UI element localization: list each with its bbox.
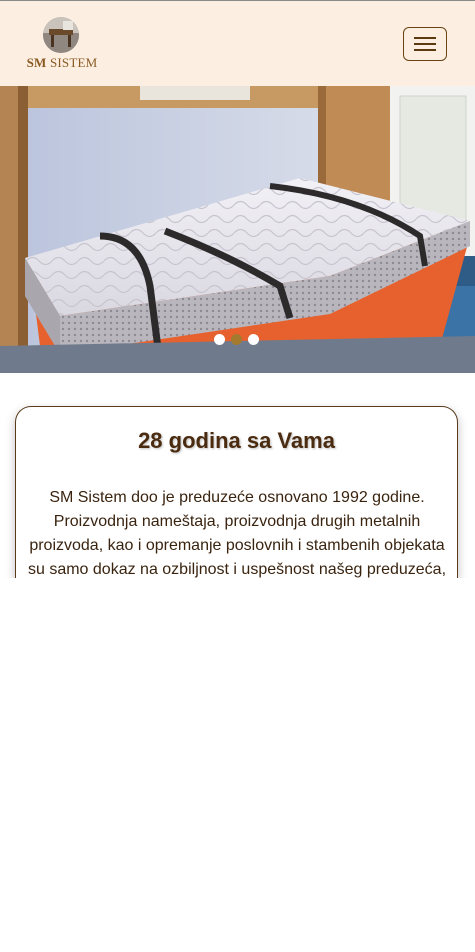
carousel-dot-2[interactable] — [231, 334, 242, 345]
hero-carousel[interactable] — [0, 86, 475, 373]
about-card: 28 godina sa Vama SM Sistem doo je predu… — [15, 406, 458, 578]
hamburger-icon-line — [414, 49, 436, 51]
logo-image — [43, 17, 79, 53]
about-title: 28 godina sa Vama — [138, 428, 335, 453]
logo-brand-sm: SM — [26, 55, 47, 70]
menu-toggle-button[interactable] — [403, 27, 447, 61]
about-text: SM Sistem doo je preduzeće osnovano 1992… — [27, 489, 447, 578]
carousel-dot-1[interactable] — [214, 334, 225, 345]
carousel-dot-3[interactable] — [248, 334, 259, 345]
hamburger-icon-line — [414, 43, 436, 45]
logo-text: SM SISTEM — [24, 55, 100, 71]
hamburger-icon — [414, 37, 436, 39]
site-header: SM SISTEM — [0, 0, 475, 86]
hero-image — [0, 86, 475, 373]
logo-brand-rest: SISTEM — [49, 55, 98, 70]
logo[interactable]: SM SISTEM — [24, 15, 100, 73]
blank-area — [0, 578, 475, 952]
